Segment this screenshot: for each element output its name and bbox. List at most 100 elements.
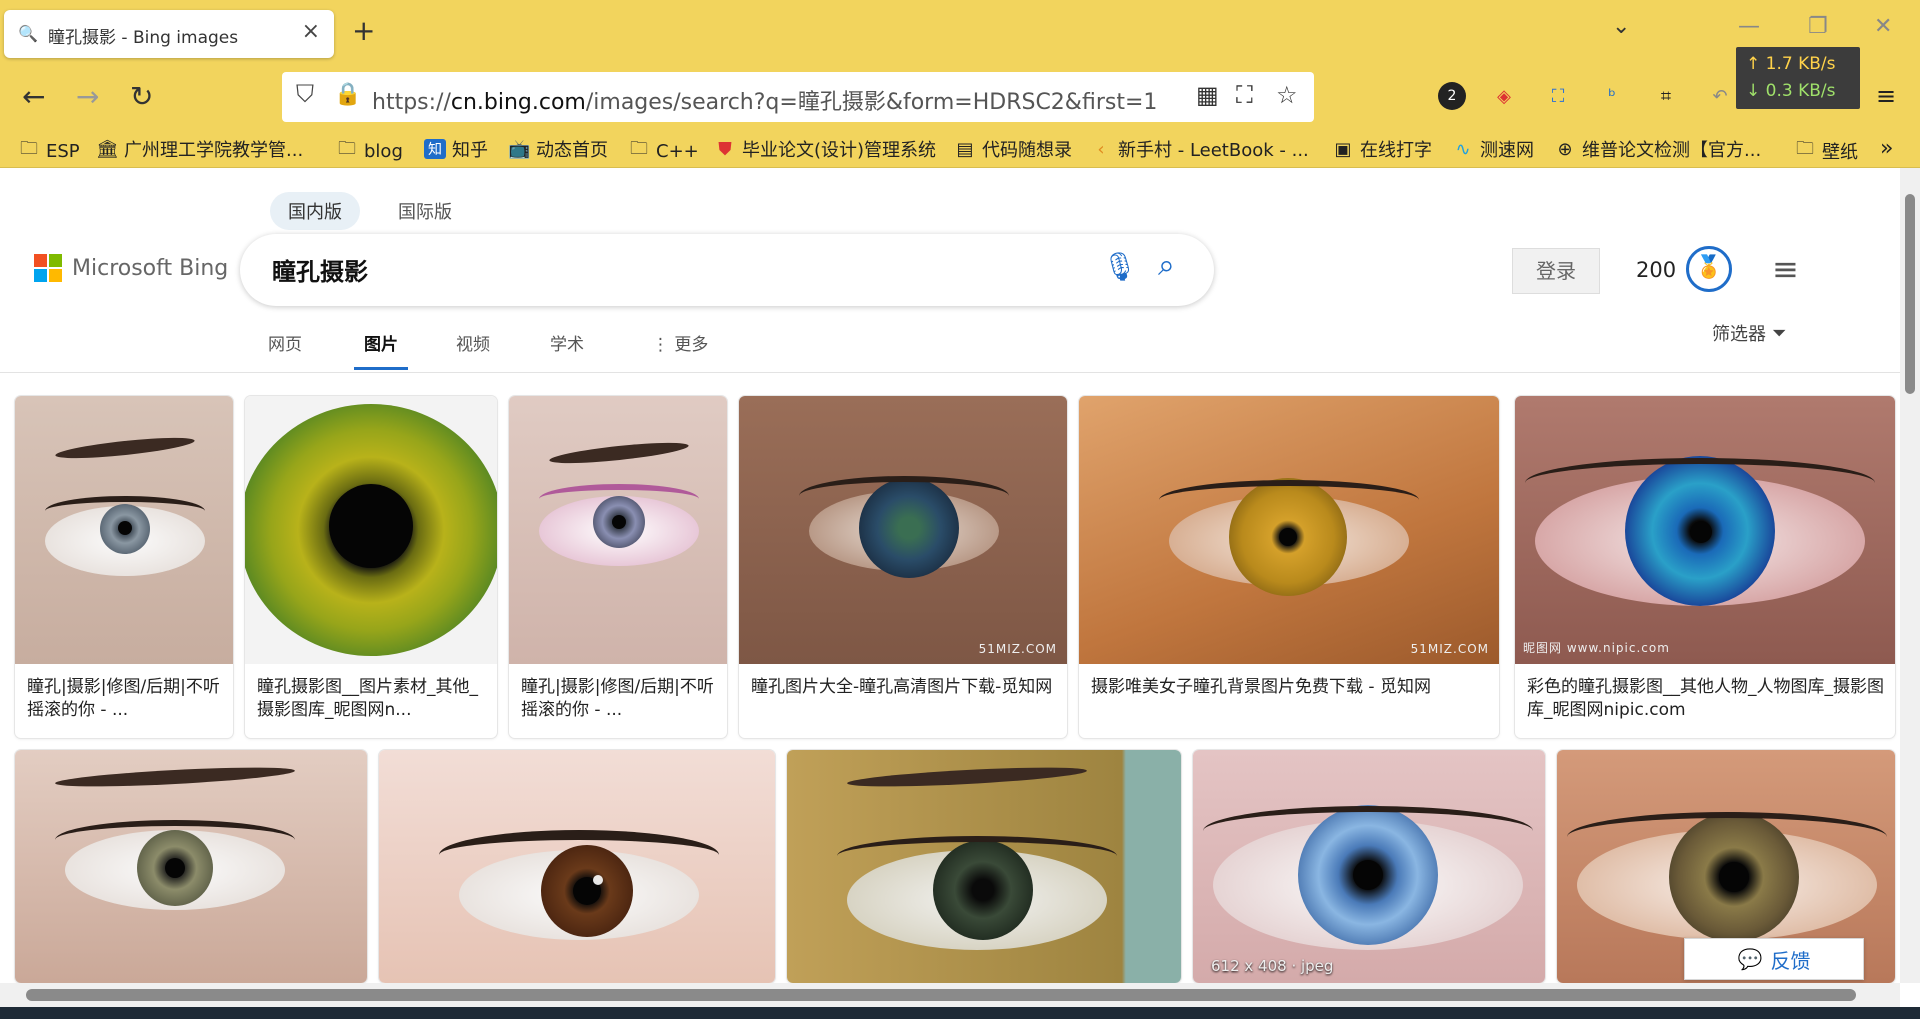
bing-extension-icon[interactable]: ᵇ [1598, 82, 1626, 110]
image-result[interactable]: 51MIZ.COM 摄影唯美女子瞳孔背景图片免费下载 - 觅知网 [1079, 396, 1499, 738]
bing-logo[interactable]: Microsoft Bing [34, 254, 228, 282]
folder-icon: 🗀 [1796, 138, 1814, 159]
result-thumbnail[interactable] [15, 396, 233, 664]
bilibili-icon: 📺 [508, 138, 531, 160]
translate-extension-icon[interactable]: ⛶ [1544, 82, 1572, 110]
bookmark-dynamic[interactable]: 📺 动态首页 [508, 136, 608, 162]
new-tab-button[interactable]: + [352, 14, 375, 47]
result-caption[interactable]: 瞳孔图片大全-瞳孔高清图片下载-觅知网 [751, 676, 1057, 699]
result-thumbnail[interactable]: 昵图网 www.nipic.com [1515, 396, 1895, 664]
bookmark-typing[interactable]: ▣ 在线打字 [1332, 136, 1432, 162]
tab-videos[interactable]: 视频 [456, 330, 490, 367]
image-result[interactable] [787, 750, 1181, 983]
watermark: 昵图网 www.nipic.com [1523, 641, 1670, 655]
result-thumbnail[interactable]: 612 x 408 · jpeg [1193, 750, 1545, 983]
bookmark-star-icon[interactable]: ☆ [1276, 81, 1298, 109]
bookmark-code[interactable]: ▤ 代码随想录 [954, 136, 1072, 162]
restore-button[interactable]: ❐ [1808, 14, 1828, 39]
image-result[interactable]: 瞳孔|摄影|修图/后期|不听摇滚的你 - ... [15, 396, 233, 738]
minimize-button[interactable]: — [1738, 14, 1760, 39]
microphone-icon[interactable]: 🎙 [1102, 250, 1138, 283]
horizontal-scrollbar[interactable] [0, 983, 1900, 1007]
bing-images-page: 国内版 国际版 Microsoft Bing 瞳孔摄影 🎙 ⌕ 登录 200 🏅… [0, 168, 1900, 983]
result-thumbnail[interactable] [787, 750, 1181, 983]
bookmark-esp[interactable]: 🗀 ESP [18, 136, 80, 166]
bookmark-speedtest[interactable]: ∿ 测速网 [1452, 136, 1534, 162]
shield-icon[interactable]: ⛉ [296, 80, 314, 108]
result-caption[interactable]: 瞳孔|摄影|修图/后期|不听摇滚的你 - ... [27, 676, 223, 722]
os-taskbar [0, 1007, 1920, 1019]
bookmark-wallpaper[interactable]: 🗀 壁纸 [1794, 136, 1858, 166]
lock-icon[interactable]: 🔒 [334, 82, 361, 107]
filter-button[interactable]: 筛选器 ⏷ [1712, 320, 1786, 346]
scope-international-tab[interactable]: 国际版 [380, 192, 470, 230]
bookmark-blog[interactable]: 🗀 blog [336, 136, 403, 166]
image-result[interactable]: 昵图网 www.nipic.com 彩色的瞳孔摄影图__其他人物_人物图库_摄影… [1515, 396, 1895, 738]
reload-icon[interactable]: ↻ [130, 80, 153, 113]
tab-images[interactable]: 图片 [354, 330, 408, 370]
result-thumbnail[interactable] [15, 750, 367, 983]
qr-code-icon[interactable]: ▦ [1196, 81, 1219, 109]
result-thumbnail[interactable]: 51MIZ.COM [1079, 396, 1499, 664]
image-result[interactable]: 瞳孔|摄影|修图/后期|不听摇滚的你 - ... [509, 396, 727, 738]
hamburger-menu-icon[interactable]: ≡ [1772, 250, 1799, 288]
result-caption[interactable]: 瞳孔|摄影|修图/后期|不听摇滚的你 - ... [521, 676, 717, 722]
feedback-button[interactable]: 💬 反馈 [1684, 938, 1864, 980]
search-box[interactable]: 瞳孔摄影 🎙 ⌕ [240, 234, 1214, 306]
vertical-scrollbar[interactable] [1900, 168, 1920, 983]
network-speed-widget: ↑ 1.7 KB/s ↓ 0.3 KB/s [1736, 47, 1860, 109]
bookmark-gzlg[interactable]: 🏛 广州理工学院教学管... [96, 136, 303, 162]
back-icon[interactable]: ← [22, 80, 45, 113]
tab-web[interactable]: 网页 [268, 330, 302, 367]
browser-tab[interactable]: 🔍 瞳孔摄影 - Bing images × [4, 10, 334, 58]
result-thumbnail[interactable] [509, 396, 727, 664]
translate-icon[interactable]: ⛶ [1236, 81, 1253, 109]
microsoft-logo-icon [34, 254, 62, 282]
bookmark-cpp[interactable]: 🗀 C++ [628, 136, 699, 166]
bookmark-leetbook[interactable]: ‹ 新手村 - LeetBook - ... [1090, 136, 1308, 162]
result-thumbnail[interactable] [379, 750, 775, 983]
close-window-button[interactable]: ✕ [1874, 14, 1892, 39]
result-thumbnail[interactable] [245, 396, 497, 664]
crop-icon[interactable]: ⌗ [1652, 82, 1680, 110]
image-result[interactable]: 51MIZ.COM 瞳孔图片大全-瞳孔高清图片下载-觅知网 [739, 396, 1067, 738]
forward-icon[interactable]: → [76, 80, 99, 113]
rewards-points[interactable]: 200 [1636, 258, 1676, 282]
horizontal-scroll-thumb[interactable] [26, 989, 1856, 1001]
notification-badge-icon[interactable]: 2 [1438, 82, 1466, 110]
tab-academic[interactable]: 学术 [550, 330, 584, 367]
menu-icon[interactable]: ≡ [1872, 82, 1900, 110]
upload-speed: ↑ 1.7 KB/s [1746, 54, 1836, 74]
image-result[interactable] [379, 750, 775, 983]
undo-icon[interactable]: ↶ [1706, 82, 1734, 110]
leetcode-icon: ‹ [1097, 138, 1105, 160]
image-result[interactable] [15, 750, 367, 983]
result-caption[interactable]: 彩色的瞳孔摄影图__其他人物_人物图库_摄影图库_昵图网nipic.com [1527, 676, 1885, 722]
address-bar[interactable]: ⛉ 🔒 https://cn.bing.com/images/search?q=… [282, 72, 1314, 122]
header-divider [0, 372, 1900, 373]
image-result[interactable]: 612 x 408 · jpeg [1193, 750, 1545, 983]
tab-more[interactable]: ⋮ 更多 [652, 330, 708, 367]
bookmark-zhihu[interactable]: 知知乎 [424, 136, 488, 162]
result-thumbnail[interactable]: 51MIZ.COM [739, 396, 1067, 664]
scope-domestic-tab[interactable]: 国内版 [270, 192, 360, 230]
vertical-scroll-thumb[interactable] [1905, 194, 1915, 394]
watermark: 51MIZ.COM [1410, 642, 1489, 656]
bookmark-vip[interactable]: ⊕ 维普论文检测【官方... [1554, 136, 1761, 162]
result-caption[interactable]: 摄影唯美女子瞳孔背景图片免费下载 - 觅知网 [1091, 676, 1489, 699]
folder-icon: 🗀 [630, 138, 648, 159]
result-caption[interactable]: 瞳孔摄影图__图片素材_其他_摄影图库_昵图网n... [257, 676, 487, 722]
image-result[interactable]: 瞳孔摄影图__图片素材_其他_摄影图库_昵图网n... [245, 396, 497, 738]
download-speed: ↓ 0.3 KB/s [1746, 81, 1836, 101]
bookmarks-overflow-icon[interactable]: » [1880, 136, 1893, 161]
speed-icon: ∿ [1455, 138, 1471, 160]
bookmark-thesis[interactable]: ⛊ 毕业论文(设计)管理系统 [714, 136, 936, 162]
search-icon[interactable]: ⌕ [1158, 248, 1175, 283]
close-tab-icon[interactable]: × [302, 19, 320, 44]
shield-extension-icon[interactable]: ◈ [1490, 82, 1518, 110]
url-text[interactable]: https://cn.bing.com/images/search?q=瞳孔摄影… [372, 84, 1157, 116]
rewards-medal-icon[interactable]: 🏅 [1686, 246, 1732, 292]
search-input[interactable]: 瞳孔摄影 [272, 252, 368, 287]
login-button[interactable]: 登录 [1512, 248, 1600, 294]
list-tabs-icon[interactable]: ⌄ [1612, 14, 1630, 39]
